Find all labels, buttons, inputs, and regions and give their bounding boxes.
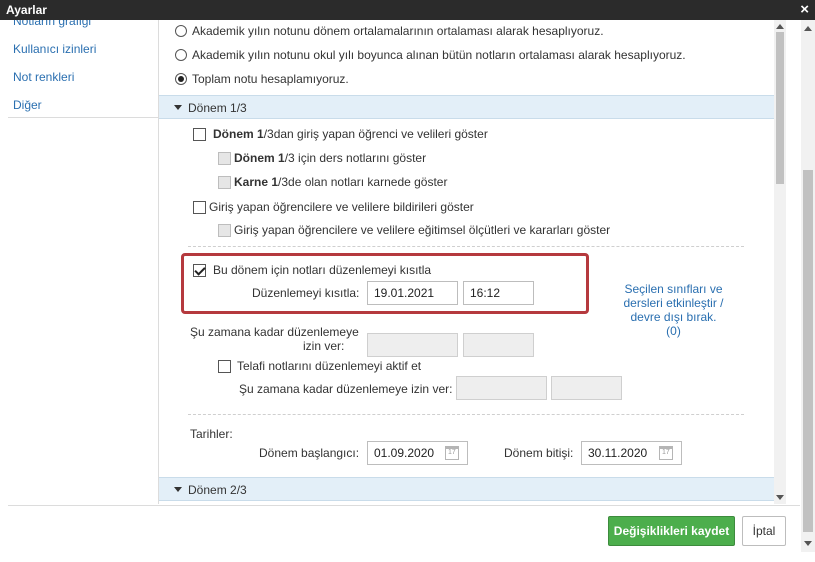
sidebar-item-other[interactable]: Diğer — [13, 98, 42, 112]
term2-section-header[interactable]: Dönem 2/3 — [159, 477, 774, 501]
allow-until-label-line2: izin ver: — [303, 339, 345, 353]
term2-header-title: Dönem 2/3 — [188, 483, 247, 497]
cancel-button[interactable]: İptal — [742, 516, 786, 546]
term1-notifications-label: Giriş yapan öğrencilere ve velilere bild… — [209, 200, 474, 214]
term1-entry-show-checkbox[interactable] — [193, 128, 206, 141]
toggle-classes-link[interactable]: Seçilen sınıfları ve dersleri etkinleşti… — [611, 282, 736, 338]
makeup-until-label: Şu zamana kadar düzenlemeye izin ver: — [239, 382, 453, 396]
sidebar-item-user-permissions[interactable]: Kullanıcı izinleri — [13, 42, 96, 56]
dialog-scrollbar[interactable] — [801, 20, 815, 552]
term-start-label: Dönem başlangıcı: — [259, 446, 360, 460]
allow-until-label-line1: Şu zamana kadar düzenlemeye — [190, 325, 359, 339]
term1-report-card-checkbox[interactable] — [218, 176, 231, 189]
allow-until-time-input[interactable] — [463, 333, 534, 357]
scrollbar-thumb[interactable] — [776, 32, 784, 184]
term1-report-card-label: Karne 1/3de olan notları karnede göster — [234, 175, 448, 189]
highlight-box — [181, 253, 589, 314]
makeup-label: Telafi notlarını düzenlemeyi aktif et — [237, 359, 422, 373]
dates-label: Tarihler: — [190, 427, 233, 441]
averaging-option-label: Akademik yılın notunu okul yılı boyunca … — [192, 48, 686, 62]
footer-divider — [8, 505, 800, 506]
calendar-icon[interactable] — [659, 446, 673, 460]
term-end-input[interactable]: 30.11.2020 — [581, 441, 682, 465]
dialog-title: Ayarlar — [6, 3, 47, 17]
makeup-checkbox[interactable] — [218, 360, 231, 373]
term1-notifications-checkbox[interactable] — [193, 201, 206, 214]
term-start-input[interactable]: 01.09.2020 — [367, 441, 468, 465]
sidebar-item-grade-colors[interactable]: Not renkleri — [13, 70, 74, 84]
save-button[interactable]: Değişiklikleri kaydet — [608, 516, 735, 546]
settings-sidebar: Notların grafiği Kullanıcı izinleri Not … — [8, 20, 158, 118]
collapse-triangle-icon — [174, 487, 182, 492]
term1-course-grades-label: Dönem 1/3 için ders notlarını göster — [234, 151, 427, 165]
collapse-triangle-icon — [174, 105, 182, 110]
section-divider — [188, 246, 744, 247]
makeup-until-time-input[interactable] — [551, 376, 622, 400]
scrollbar-thumb[interactable] — [803, 170, 813, 532]
scroll-up-icon[interactable] — [804, 26, 812, 31]
averaging-radio-term-avg[interactable] — [175, 25, 187, 37]
averaging-option-label: Akademik yılın notunu dönem ortalamaları… — [192, 24, 604, 38]
allow-until-date-input[interactable] — [367, 333, 458, 357]
calendar-icon[interactable] — [445, 446, 459, 460]
dialog-titlebar: Ayarlar × — [0, 0, 815, 20]
sidebar-item-grades-chart[interactable]: Notların grafiği — [13, 20, 91, 28]
scroll-down-icon[interactable] — [776, 495, 784, 500]
settings-content: Akademik yılın notunu dönem ortalamaları… — [159, 20, 774, 504]
term1-criteria-label: Giriş yapan öğrencilere ve velilere eğit… — [234, 223, 611, 237]
term1-section-header[interactable]: Dönem 1/3 — [159, 95, 774, 119]
term1-header-title: Dönem 1/3 — [188, 101, 247, 115]
close-icon[interactable]: × — [800, 1, 809, 18]
term-end-label: Dönem bitişi: — [504, 446, 574, 460]
scroll-up-icon[interactable] — [776, 24, 784, 29]
averaging-option-label: Toplam notu hesaplamıyoruz. — [192, 72, 349, 86]
averaging-radio-none[interactable] — [175, 73, 187, 85]
averaging-radio-all-grades[interactable] — [175, 49, 187, 61]
scroll-down-icon[interactable] — [804, 541, 812, 546]
section-divider — [188, 414, 744, 415]
term1-criteria-checkbox[interactable] — [218, 224, 231, 237]
content-scrollbar[interactable] — [774, 20, 786, 504]
term1-entry-show-label: Dönem 1/3dan giriş yapan öğrenci ve veli… — [213, 127, 488, 141]
term1-course-grades-checkbox[interactable] — [218, 152, 231, 165]
makeup-until-date-input[interactable] — [456, 376, 547, 400]
